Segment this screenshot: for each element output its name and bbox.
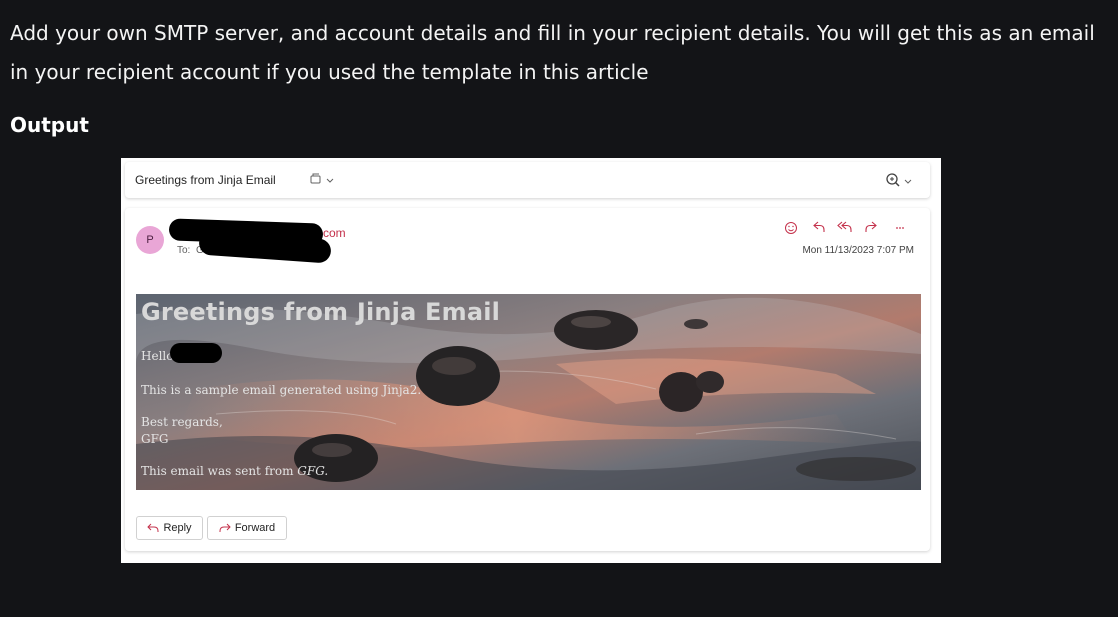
message-card: P com To: G Mon 11/13/2023 7:07 PM Greet…: [125, 208, 930, 551]
forward-button-label: Forward: [234, 522, 276, 534]
email-footer: This email was sent from GFG.: [141, 464, 328, 478]
forward-icon[interactable]: [865, 221, 877, 232]
email-closing: Best regards,: [141, 415, 223, 429]
output-heading: Output: [10, 113, 89, 137]
email-greeting: Hello: [141, 349, 174, 363]
email-screenshot: Greetings from Jinja Email P com To: G M…: [121, 158, 941, 563]
more-icon[interactable]: [896, 227, 904, 229]
sender-address[interactable]: com: [323, 226, 346, 240]
reply-button-label: Reply: [163, 522, 192, 534]
message-date: Mon 11/13/2023 7:07 PM: [802, 245, 914, 256]
message-actions: [785, 221, 904, 234]
reply-icon[interactable]: [813, 221, 825, 232]
email-signer: GFG: [141, 432, 169, 446]
email-body: Greetings from Jinja Email Hello This is…: [136, 294, 921, 490]
reply-all-icon[interactable]: [837, 221, 852, 232]
emoji-icon[interactable]: [785, 222, 797, 234]
subject-bar: Greetings from Jinja Email: [125, 162, 930, 198]
reply-icon: [147, 523, 159, 532]
email-heading: Greetings from Jinja Email: [141, 298, 501, 326]
forward-button[interactable]: Forward: [207, 516, 287, 540]
email-body-text: This is a sample email generated using J…: [141, 383, 422, 397]
redaction-mark: [170, 343, 222, 363]
email-footer-brand: GFG.: [297, 464, 329, 478]
tag-icon[interactable]: [309, 172, 337, 188]
zoom-icon[interactable]: [884, 172, 916, 190]
to-label: To:: [177, 245, 191, 256]
reply-button[interactable]: Reply: [136, 516, 203, 540]
intro-paragraph: Add your own SMTP server, and account de…: [10, 21, 1095, 84]
email-footer-prefix: This email was sent from: [141, 464, 298, 478]
avatar[interactable]: P: [136, 226, 164, 254]
subject-title: Greetings from Jinja Email: [135, 173, 276, 187]
forward-icon: [219, 523, 231, 532]
article: Add your own SMTP server, and account de…: [0, 0, 1118, 617]
